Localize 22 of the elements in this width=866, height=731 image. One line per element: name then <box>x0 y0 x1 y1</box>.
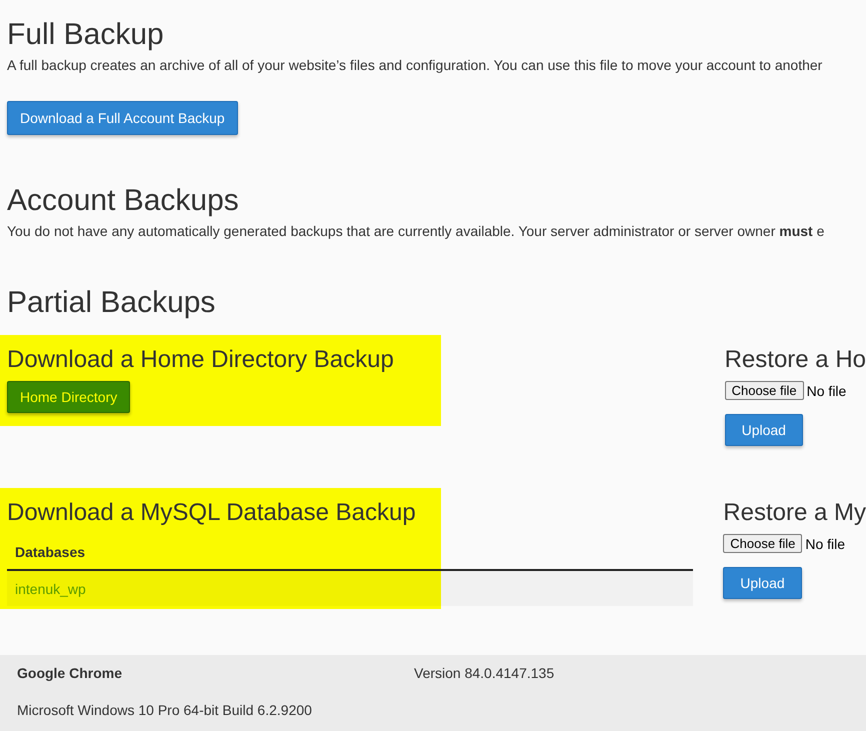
subsection-title: Download a Home Directory Backup <box>7 345 395 375</box>
download-backup-button[interactable]: Download a Full Account Backup <box>7 101 238 135</box>
browser-version: Version 84.0.4147.135 <box>414 665 554 681</box>
choose-file-button[interactable]: Choose file <box>723 534 802 553</box>
os-version: Microsoft Windows 10 Pro 64-bit Build 6.2.9200 <box>17 702 313 718</box>
choose-file-button[interactable]: Choose file <box>724 381 804 400</box>
section-title: Partial Backups <box>7 285 216 321</box>
file-status: No file <box>806 382 846 398</box>
upload-button[interactable]: Upload <box>723 567 802 599</box>
browser-name: Google Chrome <box>17 665 124 681</box>
file-status: No file <box>805 536 846 552</box>
section-title: Account Backups <box>7 183 240 219</box>
home-directory-button[interactable]: Home Directory <box>7 381 130 413</box>
table-header: Databases <box>7 534 694 571</box>
database-link[interactable]: intenuk_wp <box>15 581 86 597</box>
subsection-title: Restore a My <box>723 498 866 528</box>
subsection-title: Restore a Ho <box>724 345 866 375</box>
section-description: You do not have any automatically generated backups that are currently available. Your server administrator or server owner must e <box>7 223 826 239</box>
subsection-title: Download a MySQL Database Backup <box>7 498 417 528</box>
upload-button[interactable]: Upload <box>724 414 803 446</box>
section-title: Full Backup <box>7 17 165 53</box>
section-description: A full backup creates an archive of all of your website’s files and configuration. You can use this file to move your account to another <box>7 57 824 73</box>
